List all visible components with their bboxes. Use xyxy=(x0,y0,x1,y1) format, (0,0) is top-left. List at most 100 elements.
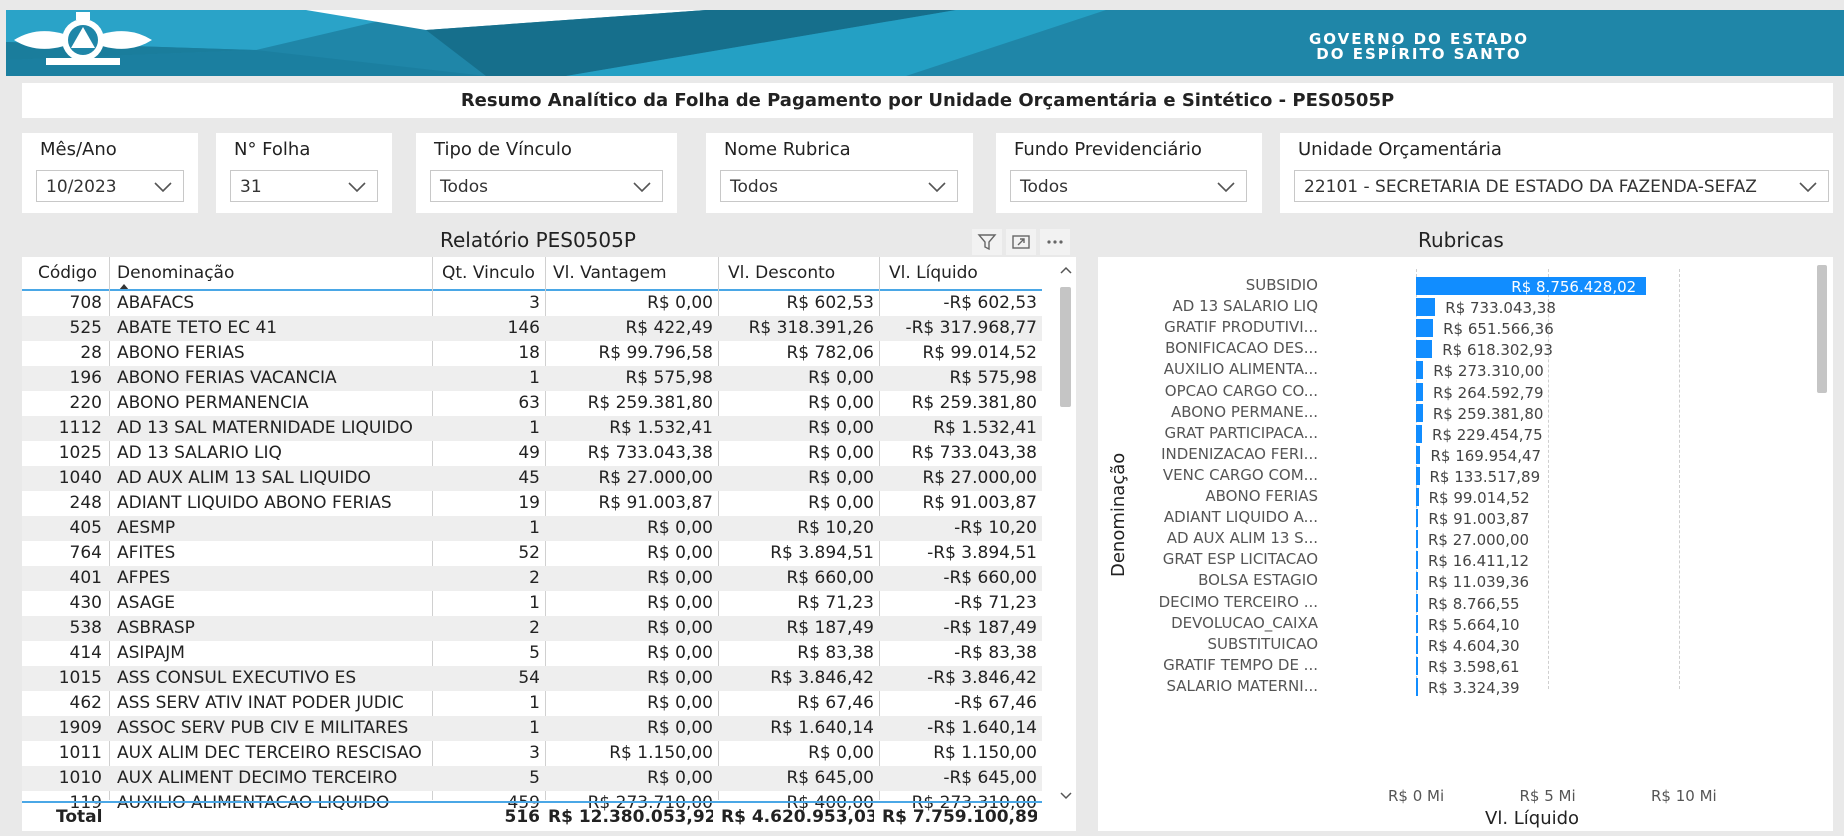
table-row[interactable]: 1112 AD 13 SAL MATERNIDADE LIQUIDO 1 R$ 1.5… xyxy=(22,416,1042,441)
cell-qt-vinculo: 18 xyxy=(518,343,540,363)
visual-header-icons xyxy=(972,229,1070,255)
tipo-vinculo-dropdown[interactable]: Todos xyxy=(430,170,663,202)
table-row[interactable]: 430 ASAGE 1 R$ 0,00 R$ 71,23 -R$ 71,23 xyxy=(22,591,1042,616)
cell-qt-vinculo: 52 xyxy=(518,543,540,563)
scroll-up-icon[interactable] xyxy=(1059,265,1073,275)
chevron-down-icon xyxy=(154,182,172,193)
mes-ano-dropdown[interactable]: 10/2023 xyxy=(36,170,184,202)
cell-denominacao: AFPES xyxy=(117,568,171,588)
total-vl-vantagem: R$ 12.380.053,92 xyxy=(548,807,713,827)
cell-denominacao: ABONO PERMANENCIA xyxy=(117,393,309,413)
column-header-qt-vinculo[interactable]: Qt. Vinculo xyxy=(442,257,535,289)
table-row[interactable]: 414 ASIPAJM 5 R$ 0,00 R$ 83,38 -R$ 83,38 xyxy=(22,641,1042,666)
chevron-down-icon xyxy=(1799,182,1817,193)
bar[interactable] xyxy=(1416,361,1424,380)
table-row[interactable]: 1025 AD 13 SALARIO LIQ 49 R$ 733.043,38 R$ 0… xyxy=(22,441,1042,466)
table-row[interactable]: 401 AFPES 2 R$ 0,00 R$ 660,00 -R$ 660,00 xyxy=(22,566,1042,591)
table-row[interactable]: 248 ADIANT LIQUIDO ABONO FERIAS 19 R$ 91.00… xyxy=(22,491,1042,516)
table-row[interactable]: 538 ASBRASP 2 R$ 0,00 R$ 187,49 -R$ 187,49 xyxy=(22,616,1042,641)
cell-vl-liquido: -R$ 317.968,77 xyxy=(905,318,1037,338)
cell-vl-vantagem: R$ 0,00 xyxy=(647,543,713,563)
chart-scrollbar-thumb[interactable] xyxy=(1817,265,1827,393)
nome-rubrica-dropdown[interactable]: Todos xyxy=(720,170,958,202)
bar[interactable] xyxy=(1416,593,1418,612)
bar[interactable] xyxy=(1416,403,1423,422)
cell-qt-vinculo: 54 xyxy=(518,668,540,688)
table-row[interactable]: 1040 AD AUX ALIM 13 SAL LIQUIDO 45 R$ 27.00… xyxy=(22,466,1042,491)
bar-category-label: BOLSA ESTAGIO xyxy=(1198,571,1318,590)
table-row[interactable]: 708 ABAFACS 3 R$ 0,00 R$ 602,53 -R$ 602,53 xyxy=(22,291,1042,316)
table-row[interactable]: 1011 AUX ALIM DEC TERCEIRO RESCISAO 3 R$ 1.… xyxy=(22,741,1042,766)
table-row[interactable]: 405 AESMP 1 R$ 0,00 R$ 10,20 -R$ 10,20 xyxy=(22,516,1042,541)
more-options-icon[interactable] xyxy=(1040,229,1070,255)
column-header-vl-vantagem[interactable]: Vl. Vantagem xyxy=(553,257,667,289)
total-label: Total xyxy=(56,807,103,827)
bar-category-label: INDENIZACAO FERI... xyxy=(1161,444,1318,463)
table-row[interactable]: 764 AFITES 52 R$ 0,00 R$ 3.894,51 -R$ 3.894,5… xyxy=(22,541,1042,566)
cell-codigo: 405 xyxy=(69,518,102,538)
cell-qt-vinculo: 1 xyxy=(529,593,540,613)
bar[interactable] xyxy=(1416,677,1418,696)
cell-denominacao: ASS SERV ATIV INAT PODER JUDIC xyxy=(117,693,404,713)
numero-folha-dropdown[interactable]: 31 xyxy=(230,170,378,202)
filter-icon[interactable] xyxy=(972,229,1002,255)
cell-vl-vantagem: R$ 575,98 xyxy=(625,368,713,388)
filter-label: Nome Rubrica xyxy=(724,139,851,160)
fundo-previdenciario-dropdown[interactable]: Todos xyxy=(1010,170,1247,202)
bar-category-label: GRATIF TEMPO DE ... xyxy=(1163,655,1318,674)
table-row[interactable]: 1010 AUX ALIMENT DECIMO TERCEIRO 5 R$ 0,00 R… xyxy=(22,766,1042,791)
table-row[interactable]: 1015 ASS CONSUL EXECUTIVO ES 54 R$ 0,00 R$ 3… xyxy=(22,666,1042,691)
bar[interactable] xyxy=(1416,340,1433,359)
cell-qt-vinculo: 49 xyxy=(518,443,540,463)
cell-vl-vantagem: R$ 0,00 xyxy=(647,293,713,313)
dropdown-value: Todos xyxy=(1020,177,1068,197)
table-row[interactable]: 525 ABATE TETO EC 41 146 R$ 422,49 R$ 318.39… xyxy=(22,316,1042,341)
table-row[interactable]: 196 ABONO FERIAS VACANCIA 1 R$ 575,98 R$ 0,0… xyxy=(22,366,1042,391)
bar[interactable] xyxy=(1416,551,1418,570)
column-header-vl-liquido[interactable]: Vl. Líquido xyxy=(889,257,978,289)
bar[interactable] xyxy=(1416,635,1418,654)
focus-mode-icon[interactable] xyxy=(1006,229,1036,255)
bar[interactable] xyxy=(1416,466,1420,485)
filter-nome-rubrica: Nome Rubrica Todos xyxy=(706,133,973,213)
column-header-codigo[interactable]: Código xyxy=(38,257,97,289)
table-row[interactable]: 220 ABONO PERMANENCIA 63 R$ 259.381,80 R$ 0,… xyxy=(22,391,1042,416)
filter-tipo-vinculo: Tipo de Vínculo Todos xyxy=(416,133,677,213)
bar[interactable] xyxy=(1416,382,1423,401)
bar[interactable] xyxy=(1416,424,1423,443)
unidade-orcamentaria-dropdown[interactable]: 22101 - SECRETARIA DE ESTADO DA FAZENDA-… xyxy=(1294,170,1829,202)
scroll-down-icon[interactable] xyxy=(1059,791,1073,801)
cell-denominacao: ASBRASP xyxy=(117,618,195,638)
bar[interactable] xyxy=(1416,509,1419,528)
table-row[interactable]: 1909 ASSOC SERV PUB CIV E MILITARES 1 R$ 0,… xyxy=(22,716,1042,741)
cell-denominacao: ASS CONSUL EXECUTIVO ES xyxy=(117,668,357,688)
bar[interactable] xyxy=(1416,319,1434,338)
cell-vl-liquido: -R$ 645,00 xyxy=(943,768,1037,788)
cell-denominacao: ABATE TETO EC 41 xyxy=(117,318,278,338)
bar[interactable] xyxy=(1416,488,1419,506)
cell-denominacao: ASSOC SERV PUB CIV E MILITARES xyxy=(117,718,409,738)
bar[interactable] xyxy=(1416,445,1421,464)
cell-vl-vantagem: R$ 0,00 xyxy=(647,568,713,588)
cell-codigo: 525 xyxy=(69,318,102,338)
column-header-denominacao[interactable]: Denominação xyxy=(117,257,234,289)
bar[interactable] xyxy=(1416,614,1418,633)
bar[interactable] xyxy=(1416,656,1418,675)
scrollbar-thumb[interactable] xyxy=(1060,287,1071,407)
cell-vl-vantagem: R$ 0,00 xyxy=(647,768,713,788)
bar[interactable] xyxy=(1416,298,1436,317)
cell-vl-liquido: R$ 733.043,38 xyxy=(911,443,1037,463)
bar[interactable] xyxy=(1416,530,1418,549)
table-row[interactable]: 462 ASS SERV ATIV INAT PODER JUDIC 1 R$ 0,0… xyxy=(22,691,1042,716)
cell-codigo: 708 xyxy=(69,293,102,313)
cell-denominacao: AUX ALIM DEC TERCEIRO RESCISAO xyxy=(117,743,422,763)
bar[interactable] xyxy=(1416,572,1418,591)
filter-mes-ano: Mês/Ano 10/2023 xyxy=(22,133,198,213)
cell-vl-liquido: R$ 575,98 xyxy=(949,368,1037,388)
table-row[interactable]: 28 ABONO FERIAS 18 R$ 99.796,58 R$ 782,06 R$ … xyxy=(22,341,1042,366)
bar-value-label: R$ 3.324,39 xyxy=(1428,678,1520,697)
cell-vl-vantagem: R$ 27.000,00 xyxy=(598,468,713,488)
cell-vl-liquido: R$ 27.000,00 xyxy=(922,468,1037,488)
cell-vl-desconto: R$ 0,00 xyxy=(808,443,874,463)
column-header-vl-desconto[interactable]: Vl. Desconto xyxy=(728,257,835,289)
